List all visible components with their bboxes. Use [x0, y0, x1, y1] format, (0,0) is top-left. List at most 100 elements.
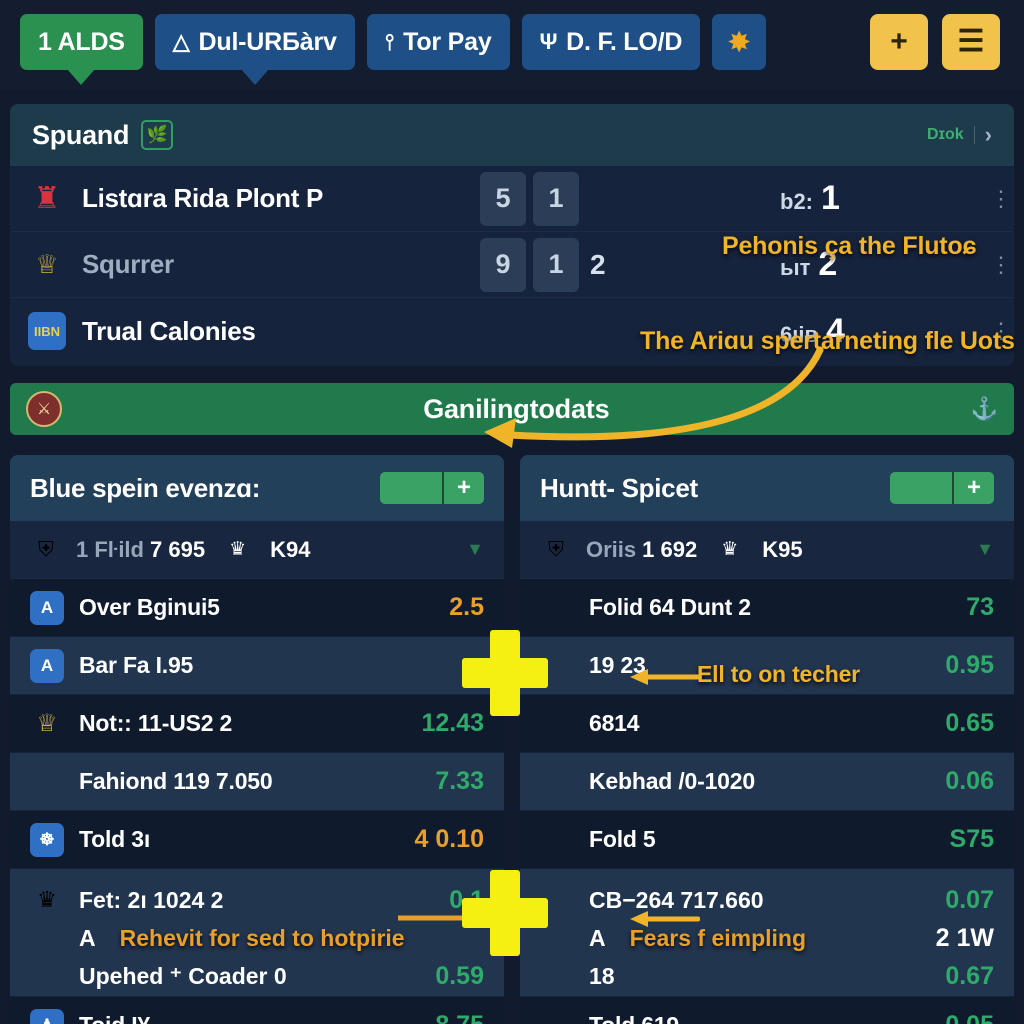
score-group: 912	[480, 237, 606, 292]
line-label: CB−264 717.660	[589, 886, 764, 913]
row-odds-value[interactable]: 0.05	[904, 1011, 994, 1024]
row-label: Told 3ı	[79, 826, 151, 852]
satellite-icon: Ψ	[539, 29, 558, 54]
tail-small-label: b2:	[780, 189, 813, 214]
market-row[interactable]: A Over Bɡinui5 2.5	[10, 579, 504, 637]
funnel-icon: ⫯	[384, 29, 395, 54]
market-row[interactable]: ♟ Toid I¥ 8.75	[10, 997, 504, 1024]
market-row[interactable]: Told 619 0.05	[520, 997, 1014, 1024]
tab-d-f-lo-d[interactable]: Ψ D. F. LO/D	[521, 14, 701, 70]
market-add-button[interactable]: +	[442, 472, 484, 504]
row-crest-icon: A	[30, 590, 64, 625]
row-odds-value[interactable]: 73	[904, 593, 994, 622]
promo-banner[interactable]: ⚔ Ganilingtodats ⚓	[10, 383, 1014, 435]
market-subheader[interactable]: ⛨ 1 Fŀild 7 695 ♛ K94 ▼	[10, 521, 504, 579]
market-row[interactable]: Kebhad /0-1020 0.06	[520, 753, 1014, 811]
annotation-text-top-1: Pehonis ça the Flutoɕ	[722, 232, 977, 260]
score-box: 5	[480, 171, 526, 226]
tab-star[interactable]: ✸	[712, 14, 766, 70]
tab-dul-ur-rv[interactable]: △ Dul-URБàrv	[154, 14, 355, 85]
market-row[interactable]: Fahiond 119 7.050 7.33	[10, 753, 504, 811]
line-crest-placeholder	[540, 883, 574, 917]
menu-button[interactable]: ☰	[942, 14, 1000, 70]
market-row[interactable]: ☸ Told 3ı 4 0.10	[10, 811, 504, 869]
tab-caret-icon	[67, 69, 96, 85]
expanded-row-line: A Rehevit for sed to hotpirie	[30, 919, 484, 957]
tab-caret-icon	[240, 69, 269, 85]
top-tab-bar: 1 ALDS △ Dul-URБàrv ⫯ Tor Pay Ψ D. F. LO/D ✸ + …	[0, 0, 1024, 90]
tab-tor-pay[interactable]: ⫯ Tor Pay	[366, 14, 510, 70]
line-label: A	[589, 924, 606, 951]
header-divider	[973, 126, 975, 144]
leaf-icon: 🌿	[141, 120, 174, 150]
kebab-menu-icon[interactable]: ⋮	[990, 253, 1012, 275]
event-tail: b2: 1	[780, 179, 840, 218]
tab-label: Tor Pay	[403, 27, 492, 56]
line-odds-value[interactable]: 0.1	[449, 886, 484, 915]
market-row[interactable]: ♕ Not:: 11-US2 2 12.43	[10, 695, 504, 753]
shield-gold-icon: ⛨	[548, 537, 564, 561]
line-odds-value[interactable]: 0.07	[945, 886, 994, 915]
trophy-icon: ♛	[721, 539, 739, 560]
row-odds-value[interactable]: 0.95	[904, 651, 994, 680]
row-odds-value[interactable]: 0.65	[904, 709, 994, 738]
line-crest-placeholder	[30, 921, 64, 955]
market-row-expanded[interactable]: CB−264 717.660 0.07 A Fears f eimpling 2 1W 1…	[520, 869, 1014, 997]
expanded-row-line: Upehed ⁺ Coader 0 0.59	[30, 958, 484, 996]
sub-left-value: 7 695	[150, 536, 206, 562]
row-odds-value[interactable]: 2.5	[394, 593, 484, 622]
kebab-menu-icon[interactable]: ⋮	[990, 187, 1012, 209]
line-odds-value[interactable]: 2 1W	[936, 924, 994, 953]
tab-label: 1 ALDS	[38, 27, 125, 56]
spuand-header: Spuand 🌿 Dɪok ›	[10, 104, 1014, 166]
score-box: 1	[533, 171, 579, 226]
row-crest-placeholder	[30, 765, 64, 799]
row-label: Toid I¥	[79, 1012, 150, 1024]
row-odds-value[interactable]: 0.06	[904, 767, 994, 796]
row-odds-value[interactable]: 7.33	[394, 767, 484, 796]
expanded-row-line: 18 0.67	[540, 958, 994, 996]
line-odds-value[interactable]: 0.59	[435, 962, 484, 991]
market-row[interactable]: Fold 5 S75	[520, 811, 1014, 869]
chevron-down-icon[interactable]: ▼	[466, 539, 484, 560]
annotation-text-right-row: Ell to on techer	[697, 661, 860, 687]
chevron-down-icon[interactable]: ▼	[976, 539, 994, 560]
market-row[interactable]: 6814 0.65	[520, 695, 1014, 753]
anchor-icon[interactable]: ⚓	[971, 396, 998, 422]
sub-left-label: Oriis	[586, 536, 637, 562]
row-crest-placeholder	[540, 765, 574, 799]
annotation-text-top-2: The Ariɑu spertarneting fle Uots	[640, 327, 1015, 355]
sub-left-value: 1 692	[642, 536, 698, 562]
market-toggle[interactable]	[380, 472, 442, 504]
line-label: A	[79, 924, 96, 951]
market-add-button[interactable]: +	[952, 472, 994, 504]
market-toggle[interactable]	[890, 472, 952, 504]
sub-right-value: K94	[270, 536, 311, 562]
row-label: 6814	[589, 710, 640, 736]
market-row[interactable]: Folid 64 Dunt 2 73	[520, 579, 1014, 637]
market-subheader[interactable]: ⛨ Oriis 1 692 ♛ K95 ▼	[520, 521, 1014, 579]
row-label: Kebhad /0-1020	[589, 768, 755, 794]
row-crest-placeholder	[540, 591, 574, 625]
line-odds-value[interactable]: 0.67	[945, 962, 994, 991]
spuand-link[interactable]: Dɪok	[927, 126, 964, 144]
tab-1-alds[interactable]: 1 ALDS	[20, 14, 143, 85]
line-crest-icon: ♛	[37, 887, 57, 912]
market-row-expanded[interactable]: ♛ Fet: 2ı 1024 2 0.1 A Rehevit for sed to ho…	[10, 869, 504, 997]
market-row[interactable]: A Bar Fa I.95	[10, 637, 504, 695]
row-crest-placeholder	[540, 649, 574, 683]
row-odds-value[interactable]: 12.43	[394, 709, 484, 738]
chevron-right-icon[interactable]: ›	[985, 122, 992, 148]
row-label: Fahiond 119 7.050	[79, 768, 273, 794]
add-button[interactable]: +	[870, 14, 928, 70]
expanded-row-line: A Fears f eimpling 2 1W	[540, 919, 994, 957]
line-annotation-text: Rehevit for sed to hotpirie	[119, 924, 405, 951]
row-odds-value[interactable]: 4 0.10	[394, 825, 484, 854]
row-odds-value[interactable]: S75	[904, 825, 994, 854]
line-crest-placeholder	[540, 960, 574, 994]
spuand-event-row[interactable]: ♜ Listɑra Rida Plont P 5 1 b2: 1 ⋮	[10, 166, 1014, 232]
row-crest-icon: ♕	[36, 710, 58, 737]
row-odds-value[interactable]: 8.75	[394, 1011, 484, 1024]
market-panel-left: Blue spein evenzɑ: + ⛨ 1 Fŀild 7 695 ♛ K94 ▼ A Ov…	[10, 455, 504, 1024]
tabbar-actions: + ☰	[870, 14, 1004, 70]
